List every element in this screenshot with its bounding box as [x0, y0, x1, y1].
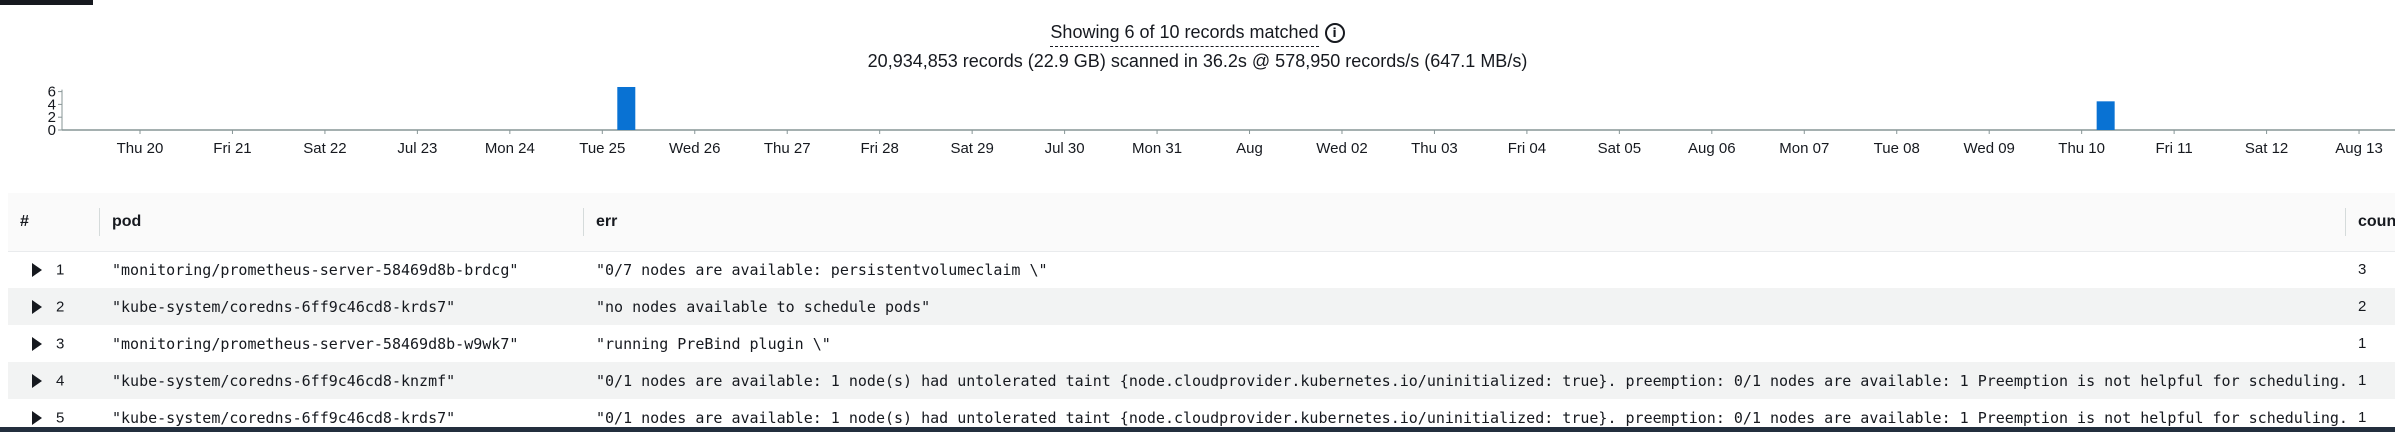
count-cell: 1: [2358, 372, 2367, 389]
count-cell: 2: [2358, 298, 2367, 315]
table-row[interactable]: 2 "kube-system/coredns-6ff9c46cd8-krds7" "…: [8, 288, 2395, 325]
x-tick-label: Fri 21: [213, 140, 251, 157]
pod-cell: "monitoring/prometheus-server-58469d8b-w…: [112, 334, 519, 353]
x-tick-label: Wed 02: [1316, 140, 1367, 157]
x-tick-label: Mon 07: [1779, 140, 1829, 157]
x-tick-label: Sat 22: [303, 140, 346, 157]
table-row[interactable]: 3 "monitoring/prometheus-server-58469d8b-…: [8, 325, 2395, 362]
column-header-err[interactable]: err: [584, 193, 2346, 252]
log-histogram: 6420Thu 20 Fri 21 Sat 22 Jul 23 Mon 24 Tue 25…: [48, 84, 2395, 157]
table-row[interactable]: 4 "kube-system/coredns-6ff9c46cd8-knzmf" "…: [8, 362, 2395, 399]
x-tick-label: Fri 04: [1508, 140, 1546, 157]
info-icon[interactable]: i: [1324, 22, 1345, 43]
x-tick-label: Sat 05: [1598, 140, 1641, 157]
row-number: 4: [56, 372, 65, 390]
bottom-bar: [0, 427, 2395, 432]
records-matched-text[interactable]: Showing 6 of 10 records matched: [1050, 18, 1319, 47]
x-tick-label: Aug 13: [2335, 140, 2383, 157]
expand-row-icon[interactable]: [32, 336, 42, 351]
err-cell: "running PreBind plugin \": [596, 334, 831, 353]
pod-cell: "kube-system/coredns-6ff9c46cd8-krds7": [112, 297, 456, 316]
count-cell: 1: [2358, 335, 2367, 352]
histogram-bar: [617, 86, 636, 130]
err-cell: "0/7 nodes are available: persistentvolu…: [596, 260, 1048, 279]
column-header-pod[interactable]: pod: [100, 193, 584, 252]
column-header-num[interactable]: #: [8, 193, 100, 252]
expand-row-icon[interactable]: [32, 373, 42, 388]
expand-row-icon[interactable]: [32, 299, 42, 314]
x-tick-label: Aug: [1236, 140, 1263, 157]
row-number: 2: [56, 298, 65, 316]
x-tick-label: Jul 30: [1045, 140, 1085, 157]
table-header: # pod err count: [8, 193, 2395, 252]
pod-cell: "monitoring/prometheus-server-58469d8b-b…: [112, 260, 519, 279]
x-tick-label: Aug 06: [1688, 140, 1736, 157]
row-number: 1: [56, 261, 65, 279]
x-tick-label: Mon 24: [485, 140, 535, 157]
x-tick-label: Tue 08: [1874, 140, 1920, 157]
column-header-count[interactable]: count: [2346, 193, 2395, 252]
x-tick-label: Thu 27: [764, 140, 811, 157]
records-matched-line: Showing 6 of 10 records matched i: [1050, 18, 1345, 47]
x-tick-label: Jul 23: [397, 140, 437, 157]
y-tick-label: 0: [48, 122, 56, 139]
expand-row-icon[interactable]: [32, 410, 42, 425]
expand-row-icon[interactable]: [32, 263, 42, 278]
x-tick-label: Wed 26: [669, 140, 720, 157]
x-tick-label: Mon 31: [1132, 140, 1182, 157]
err-cell: "0/1 nodes are available: 1 node(s) had …: [596, 371, 2346, 390]
err-cell: "no nodes available to schedule pods": [596, 297, 931, 316]
active-tab-indicator: [0, 0, 93, 5]
x-tick-label: Tue 25: [579, 140, 625, 157]
row-number: 5: [56, 409, 65, 427]
results-table: # pod err count 1 "monitoring/prometheus-…: [8, 193, 2395, 436]
x-tick-label: Wed 09: [1963, 140, 2014, 157]
x-tick-label: Sat 29: [950, 140, 993, 157]
count-cell: 3: [2358, 261, 2367, 279]
x-tick-label: Thu 10: [2058, 140, 2105, 157]
x-tick-label: Fri 28: [861, 140, 899, 157]
x-tick-label: Fri 11: [2156, 140, 2193, 157]
x-tick-label: Sat 12: [2245, 140, 2288, 157]
row-number: 3: [56, 335, 65, 353]
pod-cell: "kube-system/coredns-6ff9c46cd8-knzmf": [112, 371, 456, 390]
x-tick-label: Thu 20: [117, 140, 164, 157]
table-row[interactable]: 1 "monitoring/prometheus-server-58469d8b-…: [8, 251, 2395, 288]
x-tick-label: Thu 03: [1411, 140, 1458, 157]
histogram-bar: [2096, 101, 2115, 130]
